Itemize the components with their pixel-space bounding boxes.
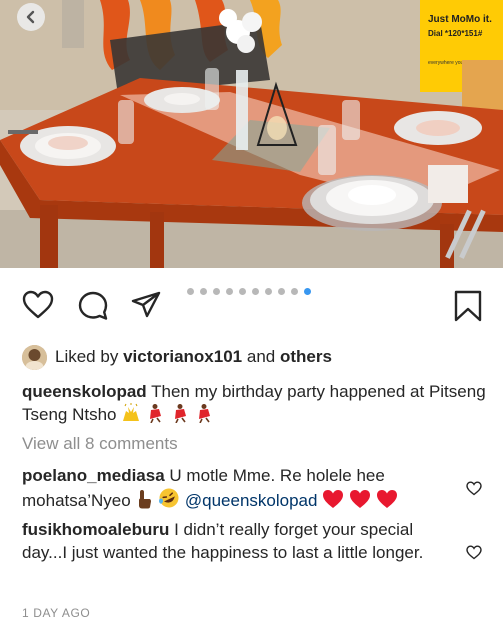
comment-like-button[interactable]: [466, 481, 482, 501]
view-all-comments-link[interactable]: View all 8 comments: [22, 434, 178, 454]
raising-hands-icon: [121, 403, 141, 429]
dancer-icon: [195, 403, 215, 429]
share-button[interactable]: [130, 290, 162, 325]
comment-item: poelano_mediasa U motle Mme. Re holele h…: [22, 464, 452, 515]
paper-plane-icon: [131, 291, 161, 318]
carousel-dot: [265, 288, 272, 295]
liked-by-user[interactable]: victorianox101: [123, 347, 242, 367]
dancer-icon: [146, 403, 166, 429]
heart-outline-icon: [466, 545, 482, 560]
carousel-dot: [304, 288, 311, 295]
carousel-dot: [187, 288, 194, 295]
comment-bubble-icon: [78, 291, 108, 320]
carousel-dot: [252, 288, 259, 295]
rofl-icon: [158, 487, 180, 515]
bookmark-icon: [454, 290, 482, 322]
save-button[interactable]: [454, 290, 482, 327]
comment-username[interactable]: fusikhomoaleburu: [22, 520, 169, 539]
post-timestamp: 1 DAY AGO: [22, 606, 91, 620]
carousel-dot: [291, 288, 298, 295]
poster-title: Just MoMo it.: [428, 14, 492, 25]
comment-like-button[interactable]: [466, 545, 482, 565]
carousel-dot: [226, 288, 233, 295]
back-button[interactable]: [17, 3, 45, 31]
carousel-indicator: [187, 288, 311, 296]
avatar[interactable]: [22, 344, 47, 370]
caption-username[interactable]: queenskolopad: [22, 382, 147, 401]
poster-subtitle: Dial *120*151#: [428, 29, 483, 38]
comment-username[interactable]: poelano_mediasa: [22, 466, 165, 485]
red-heart-icon: [349, 489, 371, 515]
comment-mention[interactable]: @queenskolopad: [185, 491, 318, 510]
chevron-left-icon: [26, 10, 35, 24]
pointing-up-icon: [135, 489, 153, 515]
carousel-dot: [200, 288, 207, 295]
liked-by-row: Liked by victorianox101 and others: [22, 342, 332, 372]
post-image: Just MoMo it. Dial *120*151# everywhere …: [0, 0, 503, 268]
comment-button[interactable]: [77, 290, 109, 327]
like-button[interactable]: [22, 290, 54, 325]
heart-outline-icon: [22, 290, 54, 319]
post-caption: queenskolopad Then my birthday party hap…: [22, 380, 492, 429]
liked-by-joiner: and: [246, 347, 276, 366]
red-heart-icon: [376, 489, 398, 515]
carousel-dot: [278, 288, 285, 295]
liked-by-prefix: Liked by: [55, 347, 119, 366]
liked-by-others[interactable]: others: [280, 347, 332, 367]
red-heart-icon: [322, 489, 344, 515]
heart-outline-icon: [466, 481, 482, 496]
carousel-dot: [239, 288, 246, 295]
comment-item: fusikhomoaleburu I didn’t really forget …: [22, 518, 452, 564]
user-avatar-image: [22, 344, 47, 370]
dancer-icon: [171, 403, 191, 429]
post-photo[interactable]: Just MoMo it. Dial *120*151# everywhere …: [0, 0, 503, 268]
carousel-dot: [213, 288, 220, 295]
